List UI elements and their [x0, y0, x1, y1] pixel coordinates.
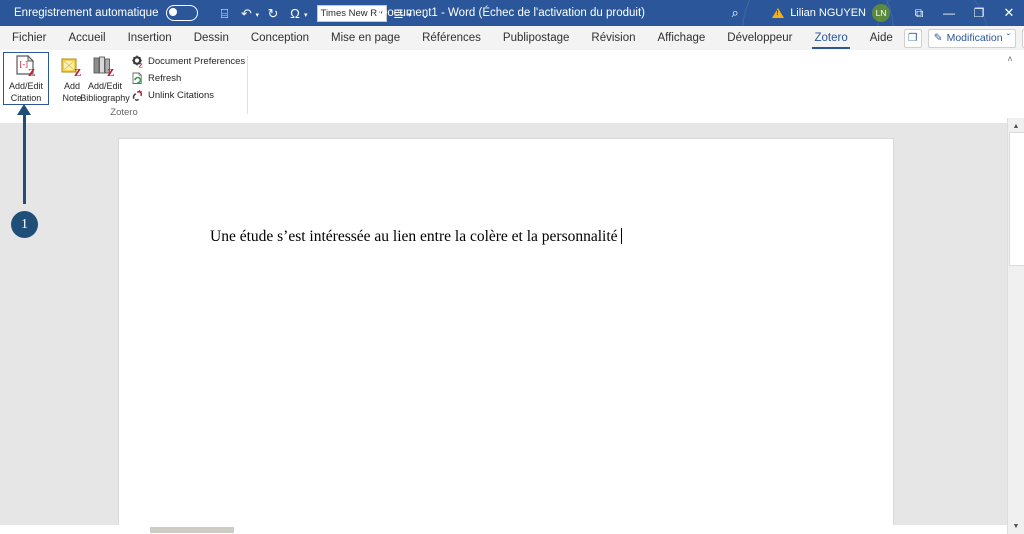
autosave-label: Enregistrement automatique [14, 7, 159, 19]
ribbon-display-options-icon[interactable]: ⧉ [904, 0, 934, 26]
horizontal-scrollbar-thumb[interactable] [150, 527, 234, 533]
avatar[interactable]: LN [872, 4, 890, 22]
autosave-toggle-knob [169, 7, 178, 16]
svg-text:Z: Z [139, 63, 143, 68]
zotero-small-commands: Z Document Preferences Refresh Unlink Ci… [131, 53, 246, 104]
add-edit-citation-icon: [-] Z [13, 53, 39, 80]
document-preferences-label: Document Preferences [148, 56, 246, 67]
refresh-command[interactable]: Refresh [131, 70, 243, 87]
tab-mise-en-page[interactable]: Mise en page [320, 26, 411, 50]
add-edit-citation-label-line1: Add/Edit [8, 81, 44, 91]
symbol-omega-icon[interactable]: Ω [285, 3, 305, 23]
undo-dropdown-caret[interactable]: ▾ [255, 7, 259, 19]
user-name-label[interactable]: Lilian NGUYEN [790, 7, 866, 19]
tab-dessin[interactable]: Dessin [183, 26, 240, 50]
horizontal-scrollbar[interactable] [0, 525, 1008, 534]
chevron-down-icon: ˇ [1006, 32, 1011, 44]
tab-revision[interactable]: Révision [580, 26, 646, 50]
document-preferences-command[interactable]: Z Document Preferences [131, 53, 246, 70]
document-page[interactable]: Une étude s’est intéressée au lien entre… [119, 139, 893, 526]
word-application-window: Enregistrement automatique ⌸ ↶ ▾ ↻ Ω ▾ T… [0, 0, 1024, 534]
add-edit-citation-button[interactable]: [-] Z Add/Edit Citation [3, 52, 49, 105]
add-edit-bibliography-label-line2: Bibliography [80, 93, 130, 103]
tab-conception[interactable]: Conception [240, 26, 320, 50]
text-cursor [620, 228, 622, 244]
scroll-down-arrow-icon[interactable]: ▼ [1008, 518, 1024, 534]
editing-mode-label: Modification [946, 32, 1003, 44]
undo-icon[interactable]: ↶ [236, 3, 256, 23]
title-bar: Enregistrement automatique ⌸ ↶ ▾ ↻ Ω ▾ T… [0, 0, 1024, 26]
tab-publipostage[interactable]: Publipostage [492, 26, 581, 50]
tab-zotero[interactable]: Zotero [803, 26, 858, 50]
unlink-citations-command[interactable]: Unlink Citations [131, 87, 243, 104]
font-name-box[interactable]: Times New R ▾ [316, 4, 387, 22]
editing-mode-button[interactable]: ✎ Modification ˇ [927, 28, 1017, 48]
comments-button[interactable]: ❐ [903, 28, 922, 48]
close-button[interactable]: ✕ [994, 0, 1024, 26]
ribbon: ˄ [-] Z Add/Edit Citation Z Add Note Z A… [0, 50, 1024, 124]
unlink-citations-label: Unlink Citations [148, 90, 214, 101]
tabbar-right-cluster: ❐ ✎ Modification ˇ ⇧ ˇ [903, 28, 1024, 48]
collapse-ribbon-icon[interactable]: ˄ [1002, 52, 1018, 66]
tab-developpeur[interactable]: Développeur [716, 26, 803, 50]
tab-references[interactable]: Références [411, 26, 492, 50]
svg-text:Z: Z [28, 67, 35, 79]
autosave-toggle[interactable] [166, 5, 199, 21]
add-edit-citation-label-line2: Citation [10, 93, 42, 103]
vertical-scrollbar[interactable]: ▲ ▼ [1007, 118, 1024, 534]
add-edit-bibliography-button[interactable]: Z Add/Edit Bibliography [78, 52, 132, 105]
ribbon-group-separator [247, 56, 248, 114]
tab-insertion[interactable]: Insertion [117, 26, 183, 50]
minimize-button[interactable]: — [934, 0, 964, 26]
add-edit-bibliography-label-line1: Add/Edit [87, 81, 123, 91]
tab-accueil[interactable]: Accueil [58, 26, 117, 50]
save-icon[interactable]: ⌸ [214, 3, 234, 23]
ribbon-tab-bar: Fichier Accueil Insertion Dessin Concept… [0, 26, 1024, 50]
annotation-arrow-shaft [23, 112, 26, 204]
document-title: Document1 - Word (Échec de l'activation … [379, 7, 645, 19]
add-edit-bibliography-icon: Z [91, 52, 119, 80]
ribbon-group-label: Zotero [110, 107, 138, 118]
vertical-scrollbar-thumb[interactable] [1009, 132, 1024, 266]
redo-icon[interactable]: ↻ [263, 3, 283, 23]
titlebar-right-cluster: ⌕ Lilian NGUYEN LN ⧉ — ❐ ✕ [720, 0, 1024, 26]
tab-affichage[interactable]: Affichage [647, 26, 717, 50]
refresh-label: Refresh [148, 73, 182, 84]
pencil-icon: ✎ [933, 32, 943, 44]
tab-aide[interactable]: Aide [859, 26, 904, 50]
warning-triangle-icon[interactable] [772, 8, 785, 18]
annotation-step-badge: 1 [11, 211, 38, 238]
svg-text:[-]: [-] [20, 59, 29, 69]
svg-text:Z: Z [107, 67, 114, 79]
refresh-icon [131, 72, 144, 85]
tab-fichier[interactable]: Fichier [0, 26, 58, 50]
symbol-dropdown-caret[interactable]: ▾ [304, 7, 308, 19]
gear-icon: Z [131, 55, 144, 68]
ribbon-group-zotero: [-] Z Add/Edit Citation Z Add Note Z Add… [0, 50, 248, 123]
search-icon[interactable]: ⌕ [720, 0, 750, 26]
document-body-text[interactable]: Une étude s’est intéressée au lien entre… [210, 228, 622, 246]
restore-button[interactable]: ❐ [964, 0, 994, 26]
unlink-icon [131, 89, 144, 102]
font-name-value: Times New R [320, 7, 378, 19]
document-body-text-content: Une étude s’est intéressée au lien entre… [210, 228, 618, 245]
document-canvas: Une étude s’est intéressée au lien entre… [0, 123, 1024, 534]
